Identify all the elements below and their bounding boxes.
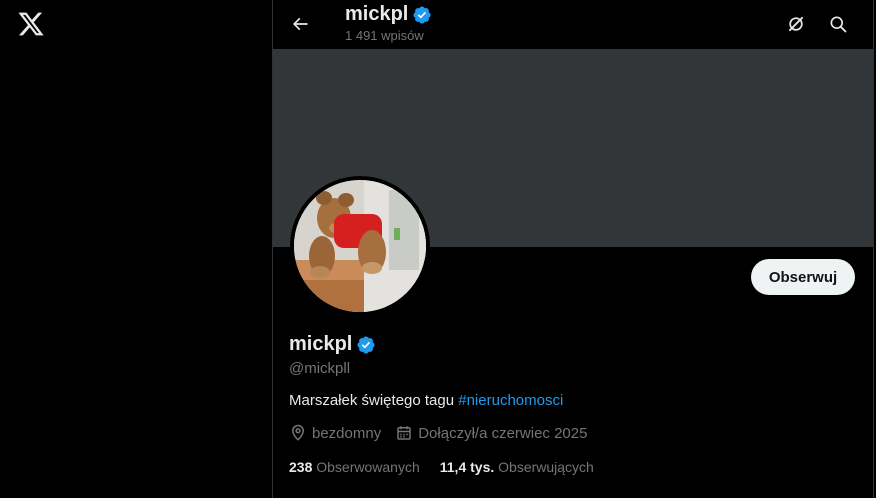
location-pin-icon (291, 424, 305, 441)
back-button[interactable] (285, 9, 315, 39)
header-profile-name: mickpl (345, 3, 432, 26)
profile-stats: 238 Obserwowanych 11,4 tys. Obserwującyc… (289, 459, 614, 475)
header-name-text: mickpl (345, 3, 409, 25)
avatar[interactable] (290, 176, 430, 316)
x-logo-icon[interactable] (16, 10, 46, 38)
profile-bio: Marszałek świętego tagu #nieruchomosci (289, 392, 563, 409)
left-navigation (0, 0, 272, 498)
profile-name: mickpl (289, 333, 376, 356)
verified-badge-icon[interactable] (412, 5, 432, 25)
location-item: bezdomny (289, 424, 381, 442)
profile-name-text: mickpl (289, 333, 353, 355)
following-label: Obserwowanych (316, 459, 420, 475)
verified-badge-icon[interactable] (356, 335, 376, 355)
follow-button[interactable]: Obserwuj (751, 259, 855, 295)
followers-count: 11,4 tys. (439, 459, 495, 475)
followers-link[interactable]: 11,4 tys. Obserwujących (440, 459, 594, 475)
profile-handle: @mickpll (289, 360, 351, 377)
arrow-left-icon (292, 17, 308, 31)
joined-text: Dołączył/a czerwiec 2025 (418, 424, 588, 442)
location-text: bezdomny (312, 424, 382, 442)
grok-button[interactable] (781, 9, 811, 39)
followers-label: Obserwujących (498, 459, 594, 475)
grok-icon (788, 16, 804, 32)
profile-column: mickpl 1 491 wpisów Obserwuj mickpl @mic… (272, 0, 874, 498)
calendar-icon (397, 426, 411, 440)
following-link[interactable]: 238 Obserwowanych (289, 459, 420, 475)
top-bar: mickpl 1 491 wpisów (273, 0, 873, 48)
search-button[interactable] (823, 9, 853, 39)
joined-item: Dołączył/a czerwiec 2025 (395, 424, 587, 442)
post-count: 1 491 wpisów (345, 28, 424, 43)
search-icon (830, 16, 847, 33)
profile-meta: bezdomny Dołączył/a czerwiec 2025 (289, 424, 601, 442)
following-count: 238 (289, 459, 313, 475)
bio-hashtag-link[interactable]: #nieruchomosci (458, 392, 563, 409)
bio-text: Marszałek świętego tagu (289, 392, 459, 409)
avatar-image (294, 180, 426, 312)
